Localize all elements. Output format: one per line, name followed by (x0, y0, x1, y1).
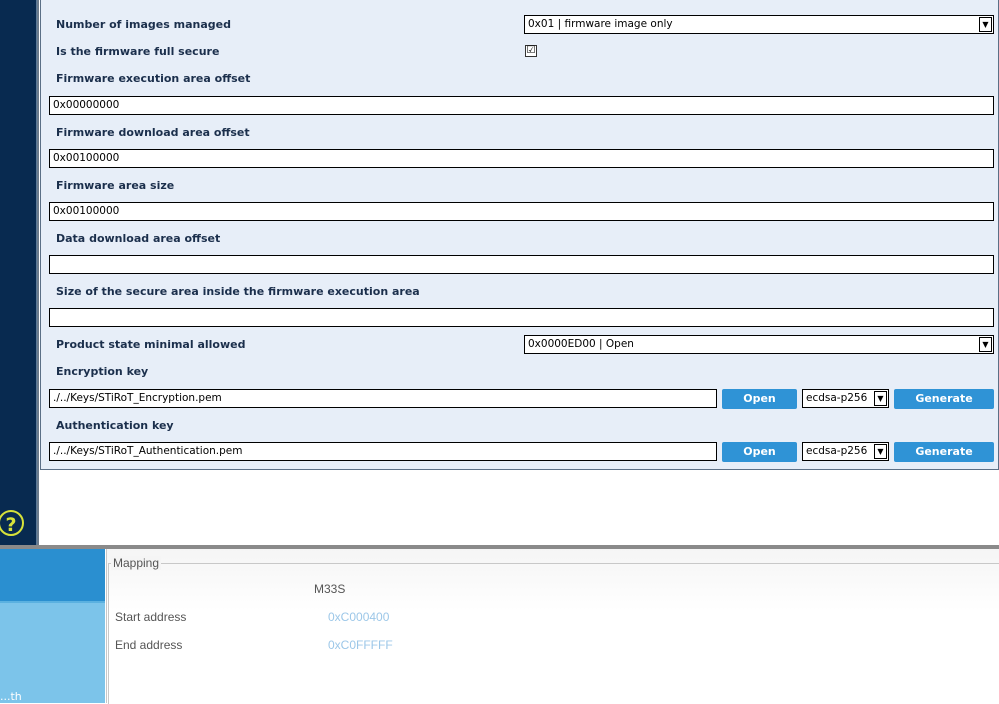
data-download-offset-label: Data download area offset (56, 232, 221, 245)
authentication-open-button[interactable]: Open (722, 442, 797, 462)
authentication-algo-value: ecdsa-p256 (806, 445, 868, 457)
authentication-algo-select[interactable]: ecdsa-p256 ▼ (802, 442, 889, 461)
mapping-groupbox (108, 563, 999, 704)
encryption-open-button[interactable]: Open (722, 389, 797, 409)
product-state-label: Product state minimal allowed (56, 338, 246, 351)
chevron-down-icon[interactable]: ▼ (874, 444, 887, 459)
chevron-down-icon[interactable]: ▼ (979, 17, 992, 32)
area-size-label: Firmware area size (56, 179, 175, 192)
exec-offset-label: Firmware execution area offset (56, 72, 251, 85)
download-offset-input[interactable]: 0x00100000 (49, 149, 994, 168)
authentication-key-label: Authentication key (56, 419, 174, 432)
nav-panel-top (0, 549, 105, 601)
encryption-key-input[interactable]: ./../Keys/STiRoT_Encryption.pem (49, 389, 717, 408)
chevron-down-icon[interactable]: ▼ (979, 337, 992, 352)
nav-panel-text: ...th (0, 690, 22, 703)
images-managed-label: Number of images managed (56, 18, 231, 31)
left-sidebar: ? (0, 0, 37, 545)
exec-offset-input[interactable]: 0x00000000 (49, 96, 994, 115)
full-secure-label: Is the firmware full secure (56, 45, 220, 58)
area-size-input[interactable]: 0x00100000 (49, 202, 994, 221)
encryption-generate-button[interactable]: Generate (894, 389, 994, 409)
secure-area-size-input[interactable] (49, 308, 994, 327)
mapping-title: Mapping (111, 556, 162, 570)
full-secure-checkbox[interactable]: ☑ (525, 45, 537, 57)
chevron-down-icon[interactable]: ▼ (874, 391, 887, 406)
mapping-column-header: M33S (314, 582, 346, 596)
end-address-value: 0xC0FFFFF (328, 638, 393, 652)
end-address-label: End address (115, 638, 183, 652)
product-state-select[interactable]: 0x0000ED00 | Open ▼ (524, 335, 994, 354)
encryption-algo-select[interactable]: ecdsa-p256 ▼ (802, 389, 889, 408)
images-managed-select[interactable]: 0x01 | firmware image only ▼ (524, 15, 994, 34)
start-address-value: 0xC000400 (328, 610, 390, 624)
download-offset-label: Firmware download area offset (56, 126, 250, 139)
start-address-label: Start address (115, 610, 187, 624)
encryption-key-label: Encryption key (56, 365, 149, 378)
encryption-algo-value: ecdsa-p256 (806, 392, 868, 404)
nav-panel-bottom (0, 603, 105, 703)
authentication-generate-button[interactable]: Generate (894, 442, 994, 462)
product-state-value: 0x0000ED00 | Open (528, 338, 634, 350)
images-managed-value: 0x01 | firmware image only (528, 18, 673, 30)
secure-area-size-label: Size of the secure area inside the firmw… (56, 285, 420, 298)
data-download-offset-input[interactable] (49, 255, 994, 274)
help-icon[interactable]: ? (0, 510, 24, 536)
authentication-key-input[interactable]: ./../Keys/STiRoT_Authentication.pem (49, 442, 717, 461)
